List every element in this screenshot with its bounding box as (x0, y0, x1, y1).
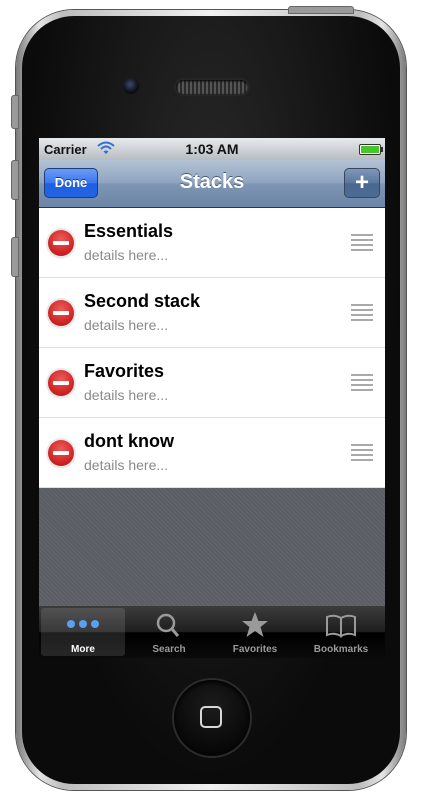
tab-bookmarks[interactable]: Bookmarks (299, 608, 383, 656)
navigation-bar: Done Stacks + (39, 160, 385, 208)
battery-tip (381, 147, 383, 152)
stack-details: details here... (84, 387, 169, 403)
tab-bar: More Search Favorites Bookmarks (39, 606, 385, 658)
page-title: Stacks (179, 171, 245, 193)
delete-icon[interactable] (48, 300, 74, 326)
stacks-list: Essentials details here... Second stack … (39, 208, 385, 488)
tab-more[interactable]: More (41, 608, 125, 656)
home-square-icon (200, 706, 222, 728)
empty-background (39, 488, 385, 606)
battery-fill (361, 146, 379, 153)
status-time: 1:03 AM (185, 141, 239, 157)
reorder-handle-icon[interactable] (351, 444, 373, 461)
star-icon (242, 612, 268, 637)
more-dots-icon (67, 620, 99, 628)
reorder-handle-icon[interactable] (351, 374, 373, 391)
tab-search[interactable]: Search (127, 608, 211, 656)
stack-details: details here... (84, 317, 169, 333)
reorder-handle-icon[interactable] (351, 304, 373, 321)
add-stack-button[interactable]: + (344, 168, 380, 198)
home-button[interactable] (174, 680, 250, 756)
tab-label: Favorites (232, 644, 278, 655)
screen: Carrier 1:03 AM Done Stacks + Essentials… (39, 138, 385, 658)
stack-details: details here... (84, 247, 169, 263)
tab-favorites[interactable]: Favorites (213, 608, 297, 656)
reorder-handle-icon[interactable] (351, 234, 373, 251)
volume-down-button[interactable] (11, 237, 19, 277)
tab-label: Search (152, 644, 186, 655)
status-bar: Carrier 1:03 AM (39, 138, 385, 160)
mute-switch[interactable] (11, 95, 19, 129)
list-item[interactable]: Essentials details here... (39, 208, 385, 278)
magnifier-icon (156, 613, 180, 637)
list-item[interactable]: Favorites details here... (39, 348, 385, 418)
battery-icon (359, 144, 383, 155)
stack-title: Second stack (84, 291, 201, 311)
volume-up-button[interactable] (11, 160, 19, 200)
stack-title: dont know (84, 431, 174, 451)
tab-label: More (71, 644, 95, 655)
stack-title: Favorites (84, 361, 165, 381)
delete-icon[interactable] (48, 230, 74, 256)
delete-icon[interactable] (48, 440, 74, 466)
book-icon (326, 614, 356, 638)
list-item[interactable]: dont know details here... (39, 418, 385, 488)
list-item[interactable]: Second stack details here... (39, 278, 385, 348)
front-camera-icon (123, 78, 139, 94)
earpiece-speaker (176, 80, 248, 94)
stack-details: details here... (84, 457, 169, 473)
sleep-button[interactable] (288, 6, 354, 14)
tab-label: Bookmarks (313, 644, 369, 655)
stack-title: Essentials (84, 221, 174, 241)
delete-icon[interactable] (48, 370, 74, 396)
